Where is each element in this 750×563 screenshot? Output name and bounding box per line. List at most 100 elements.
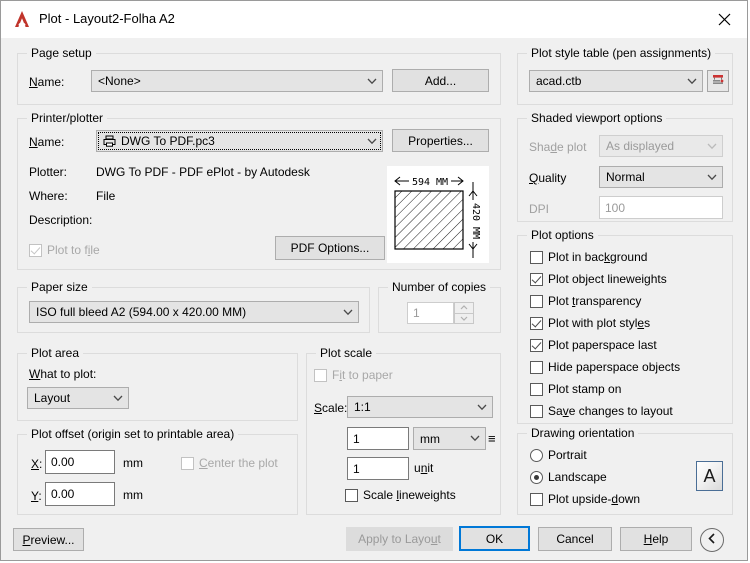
shade-plot-value: As displayed [606,139,675,153]
plot-option-hide-paperspace-objects[interactable]: Hide paperspace objects [530,360,680,374]
offset-y-value: 0.00 [51,487,75,501]
dpi-input[interactable]: 100 [599,196,723,219]
plotter-label: Plotter: [29,165,68,179]
chevron-down-icon [362,138,382,145]
plot-to-file-checkbox[interactable]: Plot to file [29,243,100,257]
ok-button[interactable]: OK [459,526,530,551]
plot-options-group: Plot options Plot in background Plot obj… [517,228,733,424]
plot-area-legend: Plot area [27,346,84,360]
plot-style-edit-button[interactable] [707,70,729,92]
chevron-down-icon [682,78,702,85]
plot-dialog: Plot - Layout2-Folha A2 Page setup Name:… [0,0,748,561]
copies-input[interactable]: 1 [407,302,454,324]
window-title: Plot - Layout2-Folha A2 [39,11,175,26]
scale-lineweights-label: Scale lineweights [363,488,456,502]
dpi-label: DPI [529,202,550,216]
preview-label: Preview... [22,532,75,547]
close-icon[interactable] [701,1,747,37]
plot-scale-legend: Plot scale [316,346,377,360]
preview-button[interactable]: Preview... [13,528,84,551]
svg-text:594 MM: 594 MM [412,177,448,188]
orientation-preview-icon: A [696,461,723,491]
add-page-setup-button[interactable]: Add... [392,69,489,92]
chevron-down-icon [108,395,128,402]
cancel-button[interactable]: Cancel [538,527,612,551]
quality-combo[interactable]: Normal [599,166,723,188]
title-bar: Plot - Layout2-Folha A2 [1,1,747,38]
offset-y-label: Y: [31,489,42,503]
scale-label: Scale: [314,401,348,415]
plot-option-plot-stamp-on[interactable]: Plot stamp on [530,382,621,396]
chevron-down-icon [338,309,358,316]
plot-option-plot-transparency[interactable]: Plot transparency [530,294,641,308]
orientation-portrait-radio[interactable]: Portrait [530,448,587,462]
copies-stepper[interactable] [454,302,474,324]
scale-combo[interactable]: 1:1 [347,396,493,418]
plot-style-table-group: Plot style table (pen assignments) acad.… [517,46,733,105]
plot-option-plot-paperspace-last[interactable]: Plot paperspace last [530,338,657,352]
help-button[interactable]: Help [620,527,692,551]
apply-to-layout-label: Apply to Layout [358,532,441,546]
plotter-properties-button[interactable]: Properties... [392,129,489,152]
what-to-plot-value: Layout [34,391,71,405]
radio-circle [530,448,543,462]
pdf-options-label: PDF Options... [290,241,370,255]
scale-unit-value: mm [420,431,440,446]
orientation-upside-down-checkbox[interactable]: Plot upside-down [530,492,640,506]
offset-y-input[interactable]: 0.00 [45,482,115,506]
scale-denominator-input[interactable]: 1 [347,457,409,480]
scale-numerator-input[interactable]: 1 [347,427,409,450]
pdf-options-button[interactable]: PDF Options... [275,236,385,260]
where-label: Where: [29,189,68,203]
scale-lineweights-checkbox[interactable]: Scale lineweights [345,488,456,502]
fit-to-paper-checkbox[interactable]: Fit to paper [314,368,393,382]
plot-option-plot-with-plot-styles[interactable]: Plot with plot styles [530,316,650,330]
plot-offset-group: Plot offset (origin set to printable are… [17,427,298,515]
stepper-down-icon[interactable] [454,313,474,324]
paper-size-combo[interactable]: ISO full bleed A2 (594.00 x 420.00 MM) [29,301,359,323]
plot-style-table-value: acad.ctb [536,74,582,88]
paper-preview: 594 MM 420 MM [387,166,489,263]
apply-to-layout-button[interactable]: Apply to Layout [346,527,453,551]
plot-style-table-combo[interactable]: acad.ctb [529,70,703,92]
checkbox-box [530,294,543,308]
help-label: Help [643,532,669,546]
plotter-properties-label: Properties... [408,133,473,148]
checkbox-box [314,368,327,382]
where-value: File [96,189,116,203]
center-the-plot-checkbox[interactable]: Center the plot [181,456,278,470]
scale-unit-combo[interactable]: mm [413,427,486,450]
plotter-value: DWG To PDF - PDF ePlot - by Autodesk [96,165,310,179]
orientation-upside-down-label: Plot upside-down [548,492,641,506]
shade-plot-label: Shade plot [529,140,587,154]
orientation-landscape-radio[interactable]: Landscape [530,470,607,484]
what-to-plot-label: What to plot: [29,367,97,381]
plot-option-label: Save changes to layout [548,404,673,418]
what-to-plot-combo[interactable]: Layout [27,387,129,409]
scale-value: 1:1 [354,400,371,414]
plot-option-plot-object-lineweights[interactable]: Plot object lineweights [530,272,667,286]
plot-option-label: Plot in background [548,250,648,264]
plot-area-group: Plot area What to plot: Layout [17,346,298,421]
dpi-value: 100 [605,200,626,215]
plot-offset-legend: Plot offset (origin set to printable are… [27,427,239,441]
plot-option-label: Plot object lineweights [548,272,667,286]
paper-size-group: Paper size ISO full bleed A2 (594.00 x 4… [17,280,370,333]
chevron-down-icon [702,174,722,181]
collapse-button[interactable] [700,528,724,552]
chevron-left-icon [707,533,717,547]
plot-option-label: Hide paperspace objects [548,360,681,374]
plotter-name-combo[interactable]: DWG To PDF.pc3 [96,130,383,152]
page-setup-name-label: Name: [29,75,65,89]
stepper-up-icon[interactable] [454,302,474,314]
scale-unit-label: unit [414,461,434,475]
page-setup-name-combo[interactable]: <None> [91,70,383,92]
plot-option-plot-in-background[interactable]: Plot in background [530,250,647,264]
shade-plot-combo[interactable]: As displayed [599,135,723,157]
offset-x-input[interactable]: 0.00 [45,450,115,474]
checkbox-box [530,382,543,396]
checkbox-box [530,272,543,286]
plot-option-save-changes-to-layout[interactable]: Save changes to layout [530,404,673,418]
center-the-plot-label: Center the plot [199,456,278,470]
add-page-setup-label: Add... [424,73,457,88]
